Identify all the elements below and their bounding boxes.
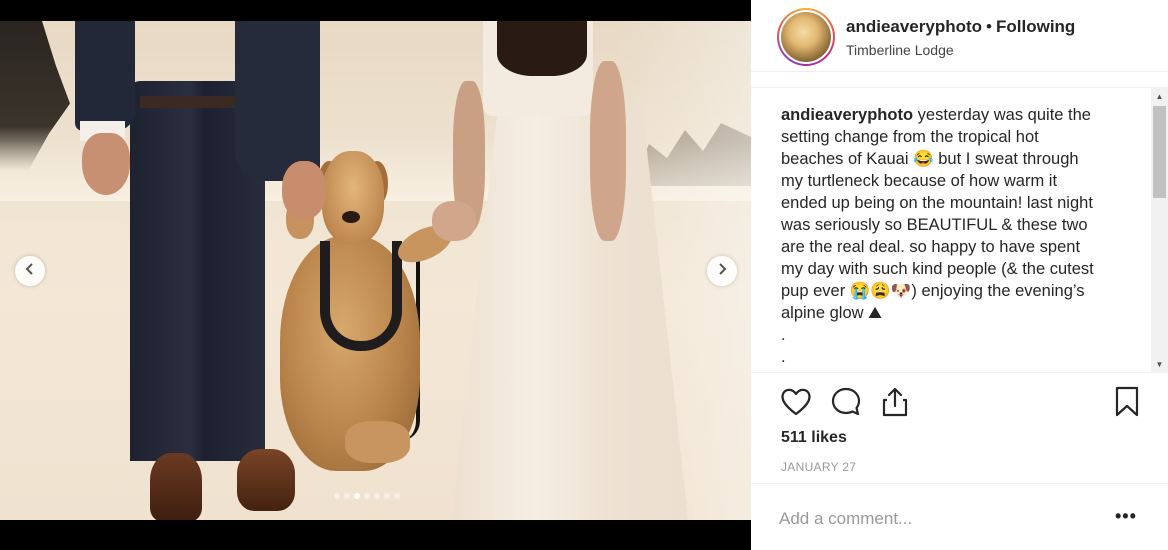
- caption-line: my day with such kind people (& the cute…: [781, 260, 1094, 278]
- location-link[interactable]: Timberline Lodge: [846, 42, 954, 58]
- header-user-line: andieaveryphoto • Following: [846, 17, 1075, 37]
- more-options-button[interactable]: •••: [1115, 506, 1137, 527]
- avatar: [781, 12, 831, 62]
- scroll-down-arrow[interactable]: ▼: [1151, 356, 1168, 372]
- groom-shoe-right: [237, 449, 295, 511]
- following-button[interactable]: Following: [996, 17, 1075, 36]
- groom-jacket-right: [235, 21, 320, 181]
- likes-count[interactable]: 511 likes: [781, 429, 847, 447]
- carousel-dot: [334, 493, 340, 499]
- post-photo[interactable]: [0, 21, 751, 520]
- dog-head: [322, 151, 384, 243]
- post-header: andieaveryphoto • Following Timberline Lod…: [751, 0, 1168, 72]
- bookmark-icon: [1110, 386, 1144, 423]
- bride-hair: [497, 21, 587, 76]
- groom-hand-left: [82, 133, 130, 195]
- chevron-left-icon: [24, 262, 36, 280]
- save-button[interactable]: [1110, 385, 1144, 419]
- comment-button[interactable]: [829, 385, 863, 419]
- caption-line: setting change from the tropical hot: [781, 128, 1039, 146]
- scroll-up-arrow[interactable]: ▲: [1151, 88, 1168, 105]
- avatar-border: [779, 10, 833, 64]
- dog-harness: [320, 241, 402, 351]
- caption-line: ended up being on the mountain! last nig…: [781, 194, 1093, 212]
- carousel-indicator: [334, 493, 400, 499]
- heart-icon: [779, 388, 813, 423]
- header-separator: •: [986, 17, 992, 36]
- carousel-dot-active: [354, 493, 360, 499]
- caption-line: was seriously so BEAUTIFUL & these two: [781, 216, 1088, 234]
- comment-bubble-icon: [829, 387, 863, 423]
- caption-line: are the real deal. so happy to have spen…: [781, 238, 1081, 256]
- share-button[interactable]: [878, 385, 912, 419]
- caption-username[interactable]: andieaveryphoto: [781, 106, 913, 124]
- post-date[interactable]: JANUARY 27: [781, 460, 856, 474]
- post-details-panel: andieaveryphoto • Following Timberline Lod…: [751, 0, 1168, 550]
- groom-hand-right: [282, 161, 326, 219]
- carousel-dot: [374, 493, 380, 499]
- action-bar: [751, 372, 1168, 432]
- scrollbar[interactable]: ▲ ▼: [1151, 88, 1168, 372]
- comment-input[interactable]: [779, 504, 1079, 534]
- caption-line: pup ever 😭😩🐶) enjoying the evening’s: [781, 282, 1085, 300]
- caption: andieaveryphoto yesterday was quite the s…: [781, 104, 1129, 368]
- scrollbar-thumb[interactable]: [1153, 106, 1166, 198]
- chevron-right-icon: [716, 262, 728, 280]
- caption-dot-line: .: [781, 348, 786, 366]
- carousel-dot: [364, 493, 370, 499]
- carousel-dot: [384, 493, 390, 499]
- groom-jacket-left: [75, 21, 135, 131]
- like-button[interactable]: [779, 385, 813, 419]
- comment-section: •••: [751, 483, 1168, 550]
- caption-dot-line: .: [781, 326, 786, 344]
- carousel-next-button[interactable]: [707, 256, 737, 286]
- caption-line: yesterday was quite the: [917, 106, 1091, 124]
- carousel-prev-button[interactable]: [15, 256, 45, 286]
- caption-line: beaches of Kauai 😂 but I sweat through: [781, 150, 1079, 168]
- dog-leg: [345, 421, 410, 463]
- carousel-dot: [344, 493, 350, 499]
- header-username[interactable]: andieaveryphoto: [846, 17, 982, 36]
- caption-scroll-area[interactable]: andieaveryphoto yesterday was quite the s…: [751, 87, 1168, 372]
- groom-shoe-left: [150, 453, 202, 520]
- dog-nose: [342, 211, 360, 223]
- post-media: [0, 0, 751, 550]
- carousel-dot: [394, 493, 400, 499]
- caption-line: my turtleneck because of how warm it: [781, 172, 1058, 190]
- share-icon: [878, 387, 912, 423]
- story-ring[interactable]: [777, 8, 835, 66]
- caption-line: alpine glow ⛰: [781, 304, 883, 322]
- bride-hand: [432, 201, 476, 241]
